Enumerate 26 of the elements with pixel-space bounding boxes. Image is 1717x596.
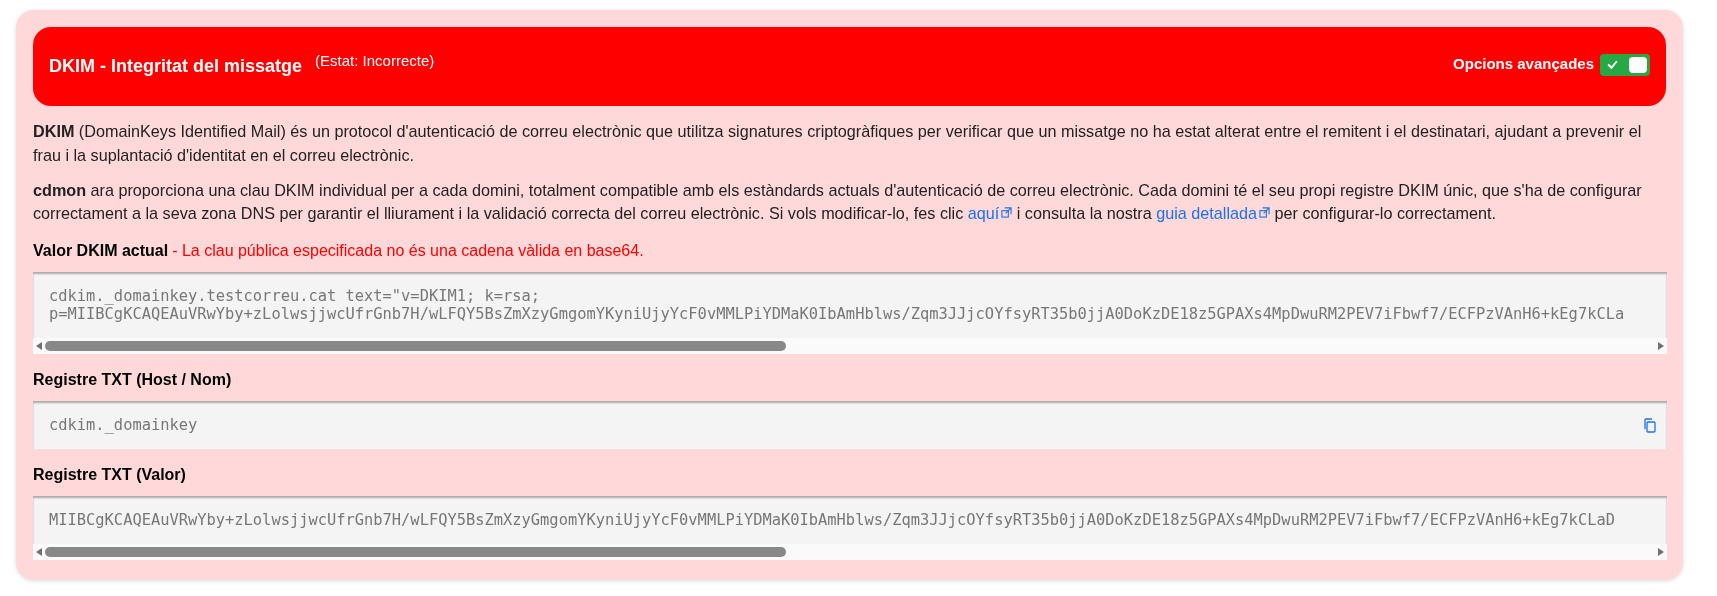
horizontal-scrollbar[interactable] <box>33 544 1667 560</box>
help-link[interactable]: aquí <box>967 204 1013 222</box>
code-line: cdkim._domainkey <box>49 416 199 434</box>
error-message: - La clau pública especificada no és una cadena vàlida en base64. <box>172 242 644 259</box>
field-label: Registre TXT (Host / Nom) <box>33 371 232 388</box>
copy-icon[interactable] <box>1643 417 1657 433</box>
code-line: p=MIIBCgKCAQEAuVRwYby+zLolwsjjwcUfrGnb7H/wLFQY5BsZmXzyGmgomYKyniUjyYcF0vMMLPiYDMaK0IbAmHblws/Zqm3JJjcOYfsyRT35b0jjA0DoKzDE18z5GPAXs4MpDwuRM2PEV7iFbwf7/ECFPzVAnH6+kEg7kCLa <box>49 305 1626 323</box>
code-line: MIIBCgKCAQEAuVRwYby+zLolwsjjwcUfrGnb7H/wLFQY5BsZmXzyGmgomYKyniUjyYcF0vMMLPiYDMaK0IbAmHblws/Zqm3JJjcOYfsyRT35b0jjA0DoKzDE18z5GPAXs4MpDwuRM2PEV7iFbwf7/ECFPzVAnH6+kEg7kCLaD <box>49 511 1616 529</box>
external-link-icon <box>1259 207 1271 218</box>
status-text: (Estat: Incorrecte) <box>315 51 435 72</box>
scroll-right-icon[interactable] <box>1658 548 1664 556</box>
field-label: Valor DKIM actual <box>33 242 169 259</box>
scroll-left-icon[interactable] <box>36 342 42 350</box>
field-label: Registre TXT (Valor) <box>33 466 186 483</box>
check-icon <box>1606 58 1619 71</box>
external-link-icon <box>1001 207 1013 218</box>
help-link[interactable]: guia detallada <box>1156 204 1271 222</box>
section-title: DKIM - Integritat del missatge <box>49 55 303 78</box>
scroll-left-icon[interactable] <box>36 548 42 556</box>
description-paragraph: cdmon ara proporciona una clau DKIM individual per a cada domini, totalment compatible amb els estàndards actuals d'autenticació de correu electrònic. Cada domini té el seu propi registre DKIM únic, que s'ha de configurar correctament a la seva zona DNS per garantir el lliurament i la validació correcta del correu electrònic. Si vols modificar-lo, fes clic aquí i consulta la nostra guia detallada per configurar-lo correctament. <box>33 180 1643 224</box>
code-line: cdkim._domainkey.testcorreu.cat text="v=DKIM1; k=rsa; <box>49 287 542 305</box>
horizontal-scrollbar[interactable] <box>33 338 1667 354</box>
description-paragraph: DKIM (DomainKeys Identified Mail) és un protocol d'autenticació de correu electrònic que utilitza signatures criptogràfiques per verificar que un missatge no ha estat alterat entre el remitent i el destinatari, ajudant a prevenir el frau i la suplantació d'identitat en el correu electrònic. <box>33 121 1643 166</box>
scroll-right-icon[interactable] <box>1658 342 1664 350</box>
toggle-switch[interactable] <box>1600 53 1650 76</box>
toggle-label: Opcions avançades <box>1453 54 1594 75</box>
